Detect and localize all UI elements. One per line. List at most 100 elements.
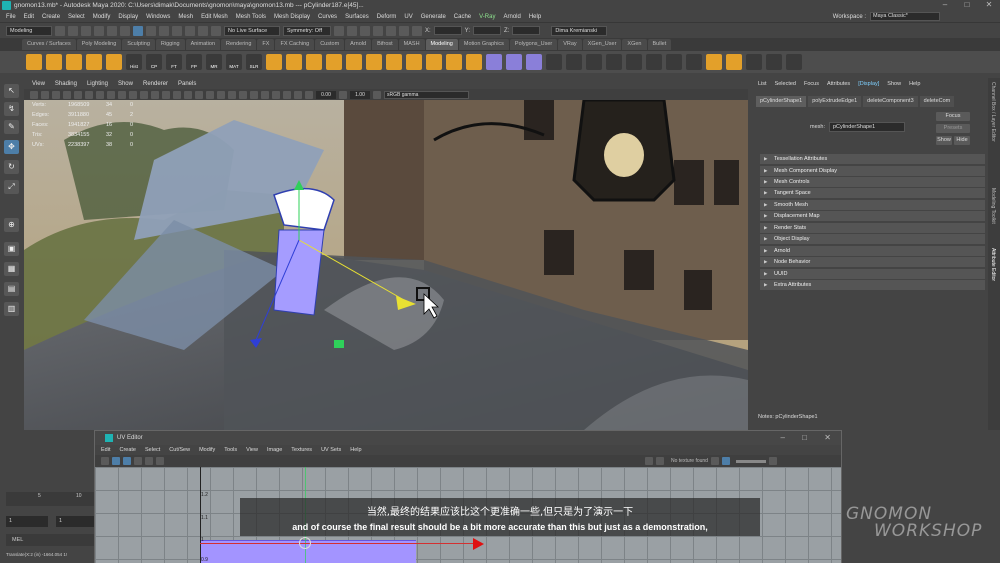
uv-filter-icon[interactable] <box>710 457 719 465</box>
xray-joints-icon[interactable] <box>283 90 291 99</box>
workspace-dropdown[interactable]: Maya Classic* <box>870 12 940 21</box>
append-icon[interactable] <box>446 54 462 70</box>
ae-tab-delete-component[interactable]: deleteComponent3 <box>863 96 918 107</box>
shelf-slr-icon[interactable]: SLR <box>246 54 262 70</box>
move-tool-icon[interactable]: ✥ <box>4 140 19 154</box>
backface-icon[interactable] <box>294 90 302 99</box>
section-mesh-component-display[interactable]: Mesh Component Display <box>760 166 985 176</box>
menu-create[interactable]: Create <box>42 14 60 20</box>
menu-edit-mesh[interactable]: Edit Mesh <box>201 14 228 20</box>
uv-menu-edit[interactable]: Edit <box>101 447 110 453</box>
uv-close-button[interactable]: ✕ <box>824 433 831 442</box>
image-plane-icon[interactable] <box>63 90 71 99</box>
vray-render-icon[interactable] <box>399 25 409 36</box>
bookmark-icon[interactable] <box>52 90 60 99</box>
menu-windows[interactable]: Windows <box>146 14 170 20</box>
shelf-fp-icon[interactable]: FP <box>186 54 202 70</box>
section-extra-attributes[interactable]: Extra Attributes <box>760 280 985 290</box>
isolate-select-icon[interactable] <box>261 90 269 99</box>
shelf-tab-fx[interactable]: FX <box>257 39 275 50</box>
presets-button[interactable]: Presets <box>936 124 970 133</box>
layout-icon[interactable]: ▤ <box>4 282 19 296</box>
arnold-render-icon[interactable] <box>412 25 422 36</box>
ae-tab-extrude[interactable]: polyExtrudeEdge1 <box>808 96 862 107</box>
curve-tool-icon[interactable] <box>666 54 682 70</box>
xray-icon[interactable] <box>272 90 280 99</box>
new-scene-icon[interactable] <box>55 25 65 36</box>
shadows-icon[interactable] <box>206 90 214 99</box>
multi-cut-icon[interactable] <box>566 54 582 70</box>
uv-menu-image[interactable]: Image <box>267 447 282 453</box>
target-weld-icon[interactable] <box>586 54 602 70</box>
uv-distortion-icon[interactable] <box>134 457 142 465</box>
hypershade-icon[interactable] <box>373 25 383 36</box>
menu-cache[interactable]: Cache <box>454 14 471 20</box>
cube-icon[interactable] <box>26 54 42 70</box>
uv-menu-help[interactable]: Help <box>350 447 361 453</box>
select-hierarchy-icon[interactable] <box>120 25 130 36</box>
quad-draw-icon[interactable] <box>546 54 562 70</box>
gamma-field[interactable]: 1.00 <box>350 90 370 99</box>
center-pivot-icon[interactable] <box>606 54 622 70</box>
shelf-tab-fx-caching[interactable]: FX Caching <box>275 39 315 50</box>
perspective-viewport[interactable]: Verts: 1968509 34 0 Edges: 3911880 45 2 Faces:… <box>24 100 748 430</box>
current-frame-field[interactable]: 1 <box>56 516 96 527</box>
paint-select-icon[interactable]: ✎ <box>4 120 19 134</box>
minimize-button[interactable]: – <box>934 0 956 11</box>
snap-view-icon[interactable] <box>198 25 208 36</box>
shelf-tab-animation[interactable]: Animation <box>185 39 221 50</box>
shelf-tab-xgen-user[interactable]: XGen_User <box>582 39 622 50</box>
section-tessellation[interactable]: Tessellation Attributes <box>760 154 985 164</box>
merge-icon[interactable] <box>426 54 442 70</box>
rotate-tool-icon[interactable]: ↻ <box>4 160 19 174</box>
time-slider[interactable]: 5 10 <box>6 492 94 506</box>
uv-unfold-icon[interactable] <box>526 54 542 70</box>
ae-menu-show[interactable]: Show <box>887 81 901 87</box>
mesh-name-field[interactable]: pCylinderShape1 <box>828 122 905 132</box>
shelf-hist-icon[interactable]: Hist <box>126 54 142 70</box>
section-render-stats[interactable]: Render Stats <box>760 223 985 233</box>
resolution-gate-icon[interactable] <box>96 90 104 99</box>
wireframe-on-shaded-icon[interactable] <box>173 90 181 99</box>
menu-select[interactable]: Select <box>68 14 85 20</box>
ipr-render-icon[interactable] <box>347 25 357 36</box>
od-icon[interactable] <box>786 54 802 70</box>
shelf-tab-rigging[interactable]: Rigging <box>155 39 185 50</box>
poly-plane-icon[interactable] <box>86 54 102 70</box>
focus-button[interactable]: Focus <box>936 112 970 121</box>
uv-menu-tools[interactable]: Tools <box>224 447 237 453</box>
grid-toggle-icon[interactable] <box>74 90 82 99</box>
ae-menu-attributes[interactable]: Attributes <box>827 81 850 87</box>
vp-menu-panels[interactable]: Panels <box>178 81 196 87</box>
symmetry-dropdown[interactable]: Symmetry: Off <box>283 25 331 36</box>
snap-point-icon[interactable] <box>185 25 195 36</box>
uv-editor-icon[interactable] <box>486 54 502 70</box>
smooth-shade-icon[interactable] <box>162 90 170 99</box>
mirror-icon[interactable] <box>366 54 382 70</box>
shelf-tab-sculpting[interactable]: Sculpting <box>122 39 155 50</box>
uv-checker-icon[interactable] <box>112 457 120 465</box>
section-uuid[interactable]: UUID <box>760 269 985 279</box>
ae-tab-shape[interactable]: pCylinderShape1 <box>756 96 807 107</box>
uv-display-icon[interactable] <box>721 457 730 465</box>
menu-uv[interactable]: UV <box>404 14 412 20</box>
menu-surfaces[interactable]: Surfaces <box>345 14 369 20</box>
bevel-icon[interactable] <box>286 54 302 70</box>
open-scene-icon[interactable] <box>68 25 78 36</box>
menu-mesh-tools[interactable]: Mesh Tools <box>236 14 266 20</box>
textured-icon[interactable] <box>184 90 192 99</box>
menu-deform[interactable]: Deform <box>377 14 397 20</box>
snap-grid-icon[interactable] <box>159 25 169 36</box>
vp-menu-renderer[interactable]: Renderer <box>143 81 168 87</box>
vp-menu-lighting[interactable]: Lighting <box>87 81 108 87</box>
separate-icon[interactable] <box>346 54 362 70</box>
side-tab-attribute-editor[interactable]: Attribute Editor <box>990 248 996 281</box>
use-all-lights-icon[interactable] <box>195 90 203 99</box>
undo-icon[interactable] <box>94 25 104 36</box>
shelf-tab-polygons-user[interactable]: Polygons_User <box>509 39 558 50</box>
render-settings-icon[interactable] <box>360 25 370 36</box>
section-mesh-controls[interactable]: Mesh Controls <box>760 177 985 187</box>
extrude-icon[interactable] <box>266 54 282 70</box>
menu-set-dropdown[interactable]: Modeling <box>6 25 52 36</box>
menu-display[interactable]: Display <box>118 14 138 20</box>
